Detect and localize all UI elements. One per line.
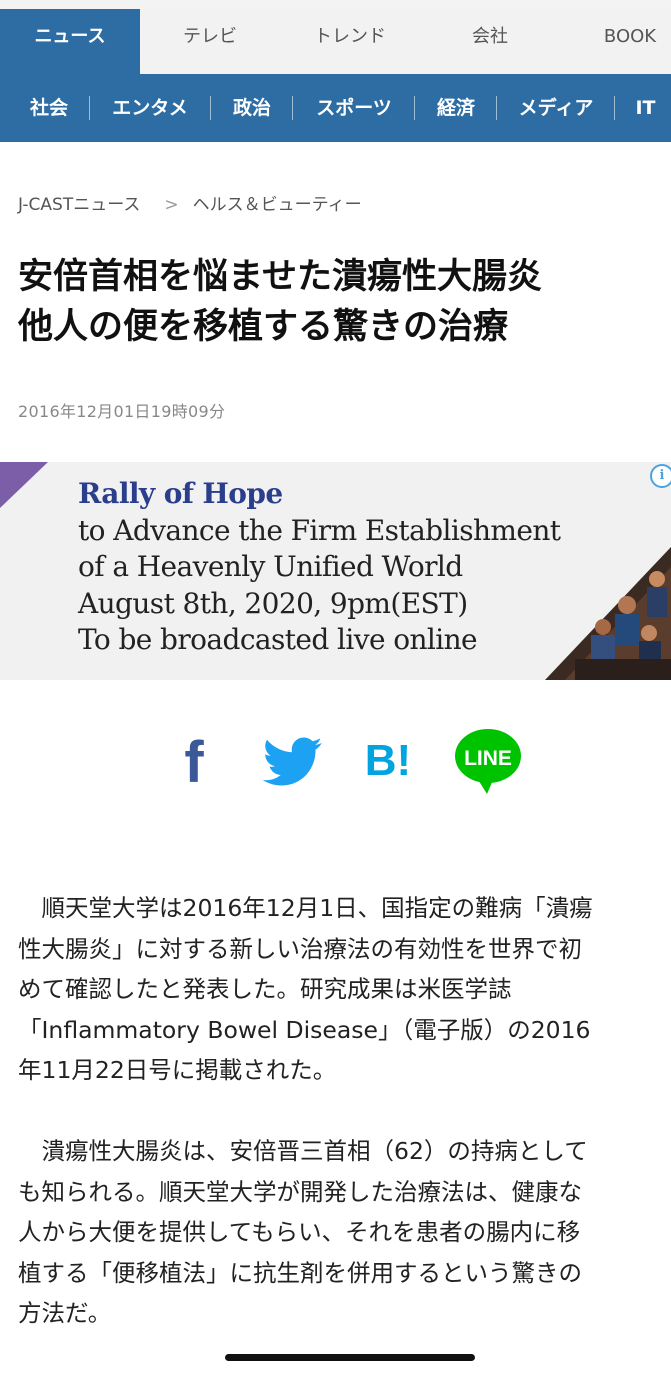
- article-line: も知られる。順天堂大学が開発した治療法は、健康な: [18, 1177, 582, 1206]
- article-line: 「Inflammatory Bowel Disease」（電子版）の2016: [18, 1015, 591, 1044]
- article-body: 順天堂大学は2016年12月1日、国指定の難病「潰瘍 性大腸炎」に対する新しい治…: [18, 888, 671, 1334]
- ad-line: of a Heavenly Unified World: [78, 550, 463, 583]
- article-date: 2016年12月01日19時09分: [18, 402, 226, 421]
- category-divider: [414, 96, 415, 120]
- hatena-glyph: B!: [365, 736, 411, 785]
- category-it[interactable]: IT: [620, 74, 671, 142]
- facebook-icon: f: [184, 730, 204, 795]
- facebook-glyph: f: [184, 730, 204, 790]
- ad-crowd-photo: [545, 547, 671, 680]
- top-strip: [0, 0, 671, 9]
- article-line: 年11月22日号に掲載された。: [18, 1056, 337, 1084]
- facebook-share-button[interactable]: f: [164, 728, 224, 795]
- ad-corner-triangle: [0, 462, 48, 508]
- article-line: 人から大便を提供してもらい、それを患者の腸内に移: [18, 1218, 581, 1246]
- line-share-button[interactable]: LINE: [453, 728, 523, 794]
- category-divider: [614, 96, 615, 120]
- article-paragraph: 潰瘍性大腸炎は、安倍晋三首相（62）の持病として も知られる。順天堂大学が開発し…: [18, 1131, 671, 1334]
- ad-line: to Advance the Firm Establishment: [78, 513, 561, 547]
- hatena-bookmark-button[interactable]: B!: [358, 728, 418, 790]
- article-line: 方法だ。: [18, 1299, 112, 1327]
- hatena-bookmark-icon: B!: [365, 736, 411, 785]
- breadcrumb-section-link[interactable]: ヘルス＆ビューティー: [193, 195, 362, 215]
- category-divider: [292, 96, 293, 120]
- category-divider: [496, 96, 497, 120]
- ad-banner[interactable]: Rally of Hope to Advance the Firm Establ…: [0, 462, 671, 680]
- twitter-share-button[interactable]: [262, 728, 323, 790]
- article-line: 潰瘍性大腸炎は、安倍晋三首相（62）の持病として: [18, 1137, 588, 1165]
- category-media[interactable]: メディア: [502, 74, 610, 142]
- article-title-line-1: 安倍首相を悩ませた潰瘍性大腸炎: [18, 257, 542, 297]
- ad-line: August 8th, 2020, 9pm(EST): [78, 586, 468, 620]
- tab-book[interactable]: BOOK: [585, 9, 671, 74]
- article-line: めて確認したと発表した。研究成果は米医学誌: [18, 975, 512, 1003]
- tab-company[interactable]: 会社: [440, 9, 540, 74]
- ad-line: To be broadcasted live online: [78, 623, 478, 656]
- category-sports[interactable]: スポーツ: [298, 74, 410, 142]
- article-title-line-2: 他人の便を移植する驚きの治療: [18, 307, 509, 347]
- category-economy[interactable]: 経済: [418, 74, 494, 142]
- line-label: LINE: [464, 747, 512, 770]
- breadcrumb-separator: >: [164, 195, 179, 215]
- line-icon: LINE: [455, 729, 521, 794]
- home-indicator[interactable]: [225, 1354, 475, 1361]
- twitter-icon: [262, 737, 322, 786]
- ad-title: Rally of Hope: [78, 477, 283, 510]
- article-line: 順天堂大学は2016年12月1日、国指定の難病「潰瘍: [18, 894, 593, 922]
- category-entertainment[interactable]: エンタメ: [96, 74, 204, 142]
- breadcrumb: J-CASTニュース > ヘルス＆ビューティー: [18, 190, 362, 215]
- category-divider: [210, 96, 211, 120]
- category-divider: [89, 96, 90, 120]
- ad-text: Rally of Hope to Advance the Firm Establ…: [78, 476, 561, 659]
- category-society[interactable]: 社会: [10, 74, 88, 142]
- ad-info-icon[interactable]: i: [650, 464, 671, 488]
- breadcrumb-home-link[interactable]: J-CASTニュース: [18, 195, 140, 215]
- article-paragraph: 順天堂大学は2016年12月1日、国指定の難病「潰瘍 性大腸炎」に対する新しい治…: [18, 888, 671, 1091]
- article-line: 性大腸炎」に対する新しい治療法の有効性を世界で初: [18, 934, 582, 963]
- article-title: 安倍首相を悩ませた潰瘍性大腸炎 他人の便を移植する驚きの治療: [18, 252, 658, 352]
- tab-trend[interactable]: トレンド: [290, 9, 410, 74]
- article-line: 植する「便移植法」に抗生剤を併用するという驚きの: [18, 1258, 582, 1287]
- category-politics[interactable]: 政治: [214, 74, 290, 142]
- tab-news[interactable]: ニュース: [0, 9, 140, 74]
- top-nav: ニュース テレビ トレンド 会社 BOOK: [0, 9, 671, 74]
- category-nav: 社会 エンタメ 政治 スポーツ 経済 メディア IT: [0, 74, 671, 142]
- tab-tv[interactable]: テレビ: [155, 9, 265, 74]
